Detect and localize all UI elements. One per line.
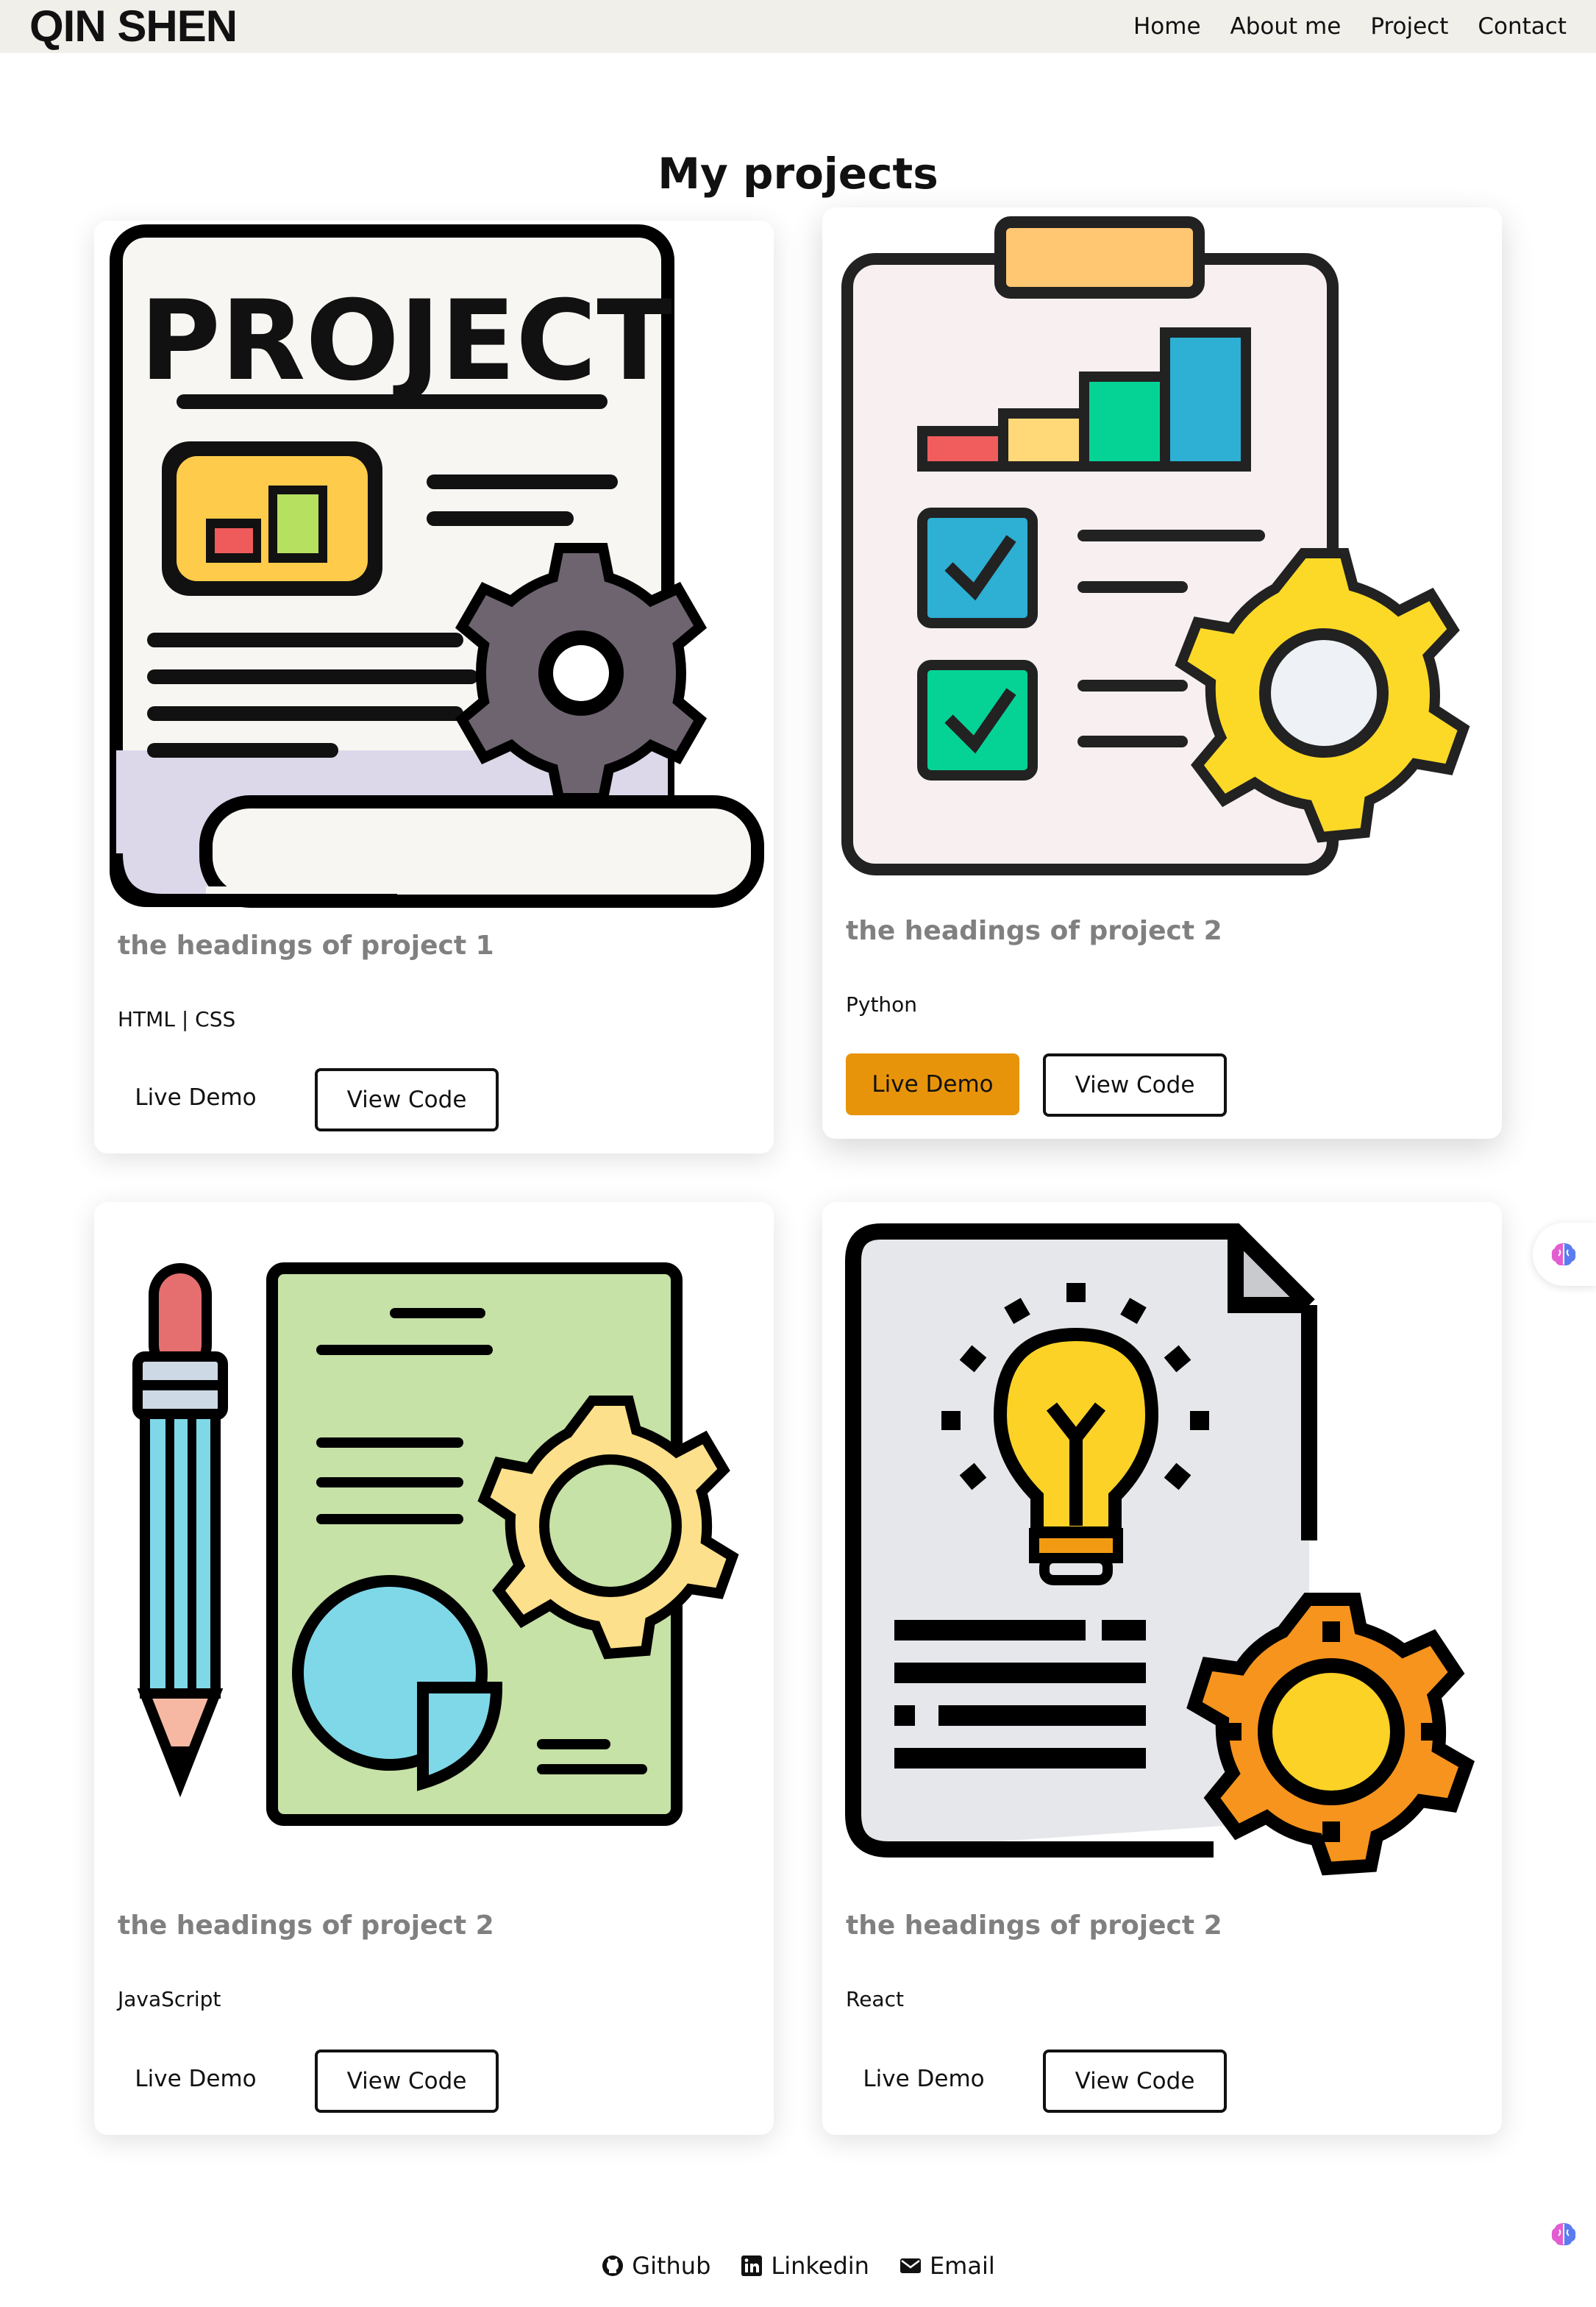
project-card: PROJECT the headings of project 1 HTML |… xyxy=(94,221,774,1154)
project-title: the headings of project 2 xyxy=(846,916,1222,946)
project-tech-stack: HTML | CSS xyxy=(118,1007,236,1031)
project-document-gear-icon: PROJECT xyxy=(103,221,765,912)
live-demo-button[interactable]: Live Demo xyxy=(109,2048,282,2110)
nav-project[interactable]: Project xyxy=(1370,10,1448,43)
live-demo-button[interactable]: Live Demo xyxy=(846,1053,1019,1115)
project-tech-stack: JavaScript xyxy=(118,1987,221,2011)
github-icon xyxy=(602,2256,624,2276)
main-nav: Home About me Project Contact xyxy=(1133,10,1567,43)
footer-email-label: Email xyxy=(929,2252,995,2280)
project-title: the headings of project 1 xyxy=(118,931,494,961)
brain-icon xyxy=(1551,1243,1576,1266)
project-tech-stack: Python xyxy=(846,992,918,1017)
clipboard-chart-gear-icon-svg xyxy=(841,216,1470,875)
nav-contact[interactable]: Contact xyxy=(1478,10,1567,43)
top-navbar: QIN SHEN Home About me Project Contact xyxy=(0,0,1596,53)
nav-home[interactable]: Home xyxy=(1133,10,1201,43)
project-tech-stack: React xyxy=(846,1987,904,2011)
envelope-icon xyxy=(899,2258,921,2273)
view-code-button[interactable]: View Code xyxy=(315,1068,499,1131)
project-card: the headings of project 2 React Live Dem… xyxy=(822,1202,1502,2135)
footer-linkedin-label: Linkedin xyxy=(771,2252,869,2280)
project-card: the headings of project 2 JavaScript Liv… xyxy=(94,1202,774,2135)
project-card: the headings of project 2 Python Live De… xyxy=(822,207,1502,1139)
linkedin-icon xyxy=(741,2256,763,2276)
pencil-document-gear-icon-svg xyxy=(132,1262,739,1826)
svg-text:PROJECT: PROJECT xyxy=(140,277,672,405)
project-title: the headings of project 2 xyxy=(846,1910,1222,1941)
footer-github-link[interactable]: Github xyxy=(601,2245,710,2286)
page-title: My projects xyxy=(658,149,938,199)
footer-email-link[interactable]: Email xyxy=(899,2245,995,2286)
project-title: the headings of project 2 xyxy=(118,1910,494,1941)
lightbulb-document-gear-icon xyxy=(831,1217,1493,1879)
lightbulb-document-gear-icon-svg xyxy=(845,1223,1475,1876)
floating-assistant-button[interactable] xyxy=(1533,1223,1596,1286)
project-document-gear-icon-svg: PROJECT xyxy=(110,224,764,908)
live-demo-button[interactable]: Live Demo xyxy=(109,1067,282,1128)
nav-about[interactable]: About me xyxy=(1230,10,1342,43)
live-demo-button[interactable]: Live Demo xyxy=(837,2048,1011,2110)
clipboard-chart-gear-icon xyxy=(831,215,1493,892)
footer-links: Github Linkedin Email xyxy=(0,2245,1596,2286)
brain-icon xyxy=(1551,2223,1576,2246)
footer-github-label: Github xyxy=(632,2252,711,2280)
view-code-button[interactable]: View Code xyxy=(315,2050,499,2113)
pencil-document-gear-icon xyxy=(103,1246,765,1857)
view-code-button[interactable]: View Code xyxy=(1043,2050,1227,2113)
site-brand[interactable]: QIN SHEN xyxy=(29,1,238,51)
footer-linkedin-link[interactable]: Linkedin xyxy=(740,2245,869,2286)
view-code-button[interactable]: View Code xyxy=(1043,1053,1227,1117)
